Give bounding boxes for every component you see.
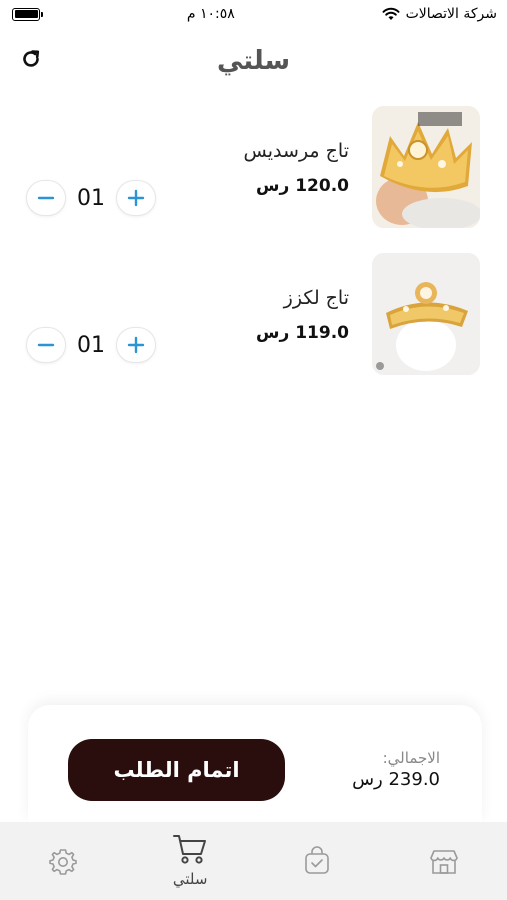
checkout-button[interactable]: اتمام الطلب bbox=[68, 739, 285, 801]
total-value: 239.0 رس bbox=[352, 769, 440, 790]
orders-icon bbox=[305, 846, 329, 874]
status-carrier-group: شركة الاتصالات bbox=[382, 6, 497, 22]
decrease-quantity-button[interactable] bbox=[26, 180, 66, 216]
tab-settings[interactable] bbox=[18, 832, 108, 876]
cart-item: تاج لكزز 119.0 رس 01 bbox=[0, 253, 507, 377]
plus-icon bbox=[127, 336, 145, 354]
store-icon bbox=[429, 850, 458, 874]
order-summary: اتمام الطلب الاجمالي: 239.0 رس bbox=[28, 705, 482, 823]
tab-orders[interactable] bbox=[272, 832, 362, 876]
increase-quantity-button[interactable] bbox=[116, 327, 156, 363]
item-price: 119.0 رس bbox=[256, 323, 349, 343]
tab-cart[interactable]: سلتي bbox=[145, 832, 235, 888]
item-name: تاج لكزز bbox=[283, 287, 349, 309]
tab-cart-label: سلتي bbox=[172, 870, 208, 888]
quantity-stepper: 01 bbox=[26, 180, 156, 216]
battery-icon bbox=[12, 7, 43, 21]
minus-icon bbox=[37, 196, 55, 200]
increase-quantity-button[interactable] bbox=[116, 180, 156, 216]
refresh-button[interactable] bbox=[18, 46, 44, 72]
tab-bar: سلتي bbox=[0, 822, 507, 900]
quantity-value: 01 bbox=[77, 185, 105, 211]
page-title: سلتي bbox=[216, 46, 291, 76]
item-name: تاج مرسديس bbox=[243, 140, 349, 162]
total-label: الاجمالي: bbox=[382, 749, 440, 767]
item-price: 120.0 رس bbox=[256, 176, 349, 196]
header: سلتي bbox=[0, 38, 507, 84]
status-bar: ١٠:٥٨ م شركة الاتصالات bbox=[0, 0, 507, 28]
wifi-icon bbox=[382, 7, 400, 20]
plus-icon bbox=[127, 189, 145, 207]
minus-icon bbox=[37, 343, 55, 347]
cart-icon bbox=[173, 835, 207, 864]
status-time: ١٠:٥٨ م bbox=[186, 6, 235, 22]
product-image[interactable] bbox=[372, 106, 480, 228]
cart-item: تاج مرسديس 120.0 رس 01 bbox=[0, 106, 507, 230]
quantity-value: 01 bbox=[77, 332, 105, 358]
refresh-icon bbox=[23, 50, 40, 67]
tab-store[interactable] bbox=[399, 832, 489, 876]
decrease-quantity-button[interactable] bbox=[26, 327, 66, 363]
product-image[interactable] bbox=[372, 253, 480, 375]
settings-icon bbox=[49, 849, 78, 875]
quantity-stepper: 01 bbox=[26, 327, 156, 363]
carrier-label: شركة الاتصالات bbox=[405, 6, 497, 22]
